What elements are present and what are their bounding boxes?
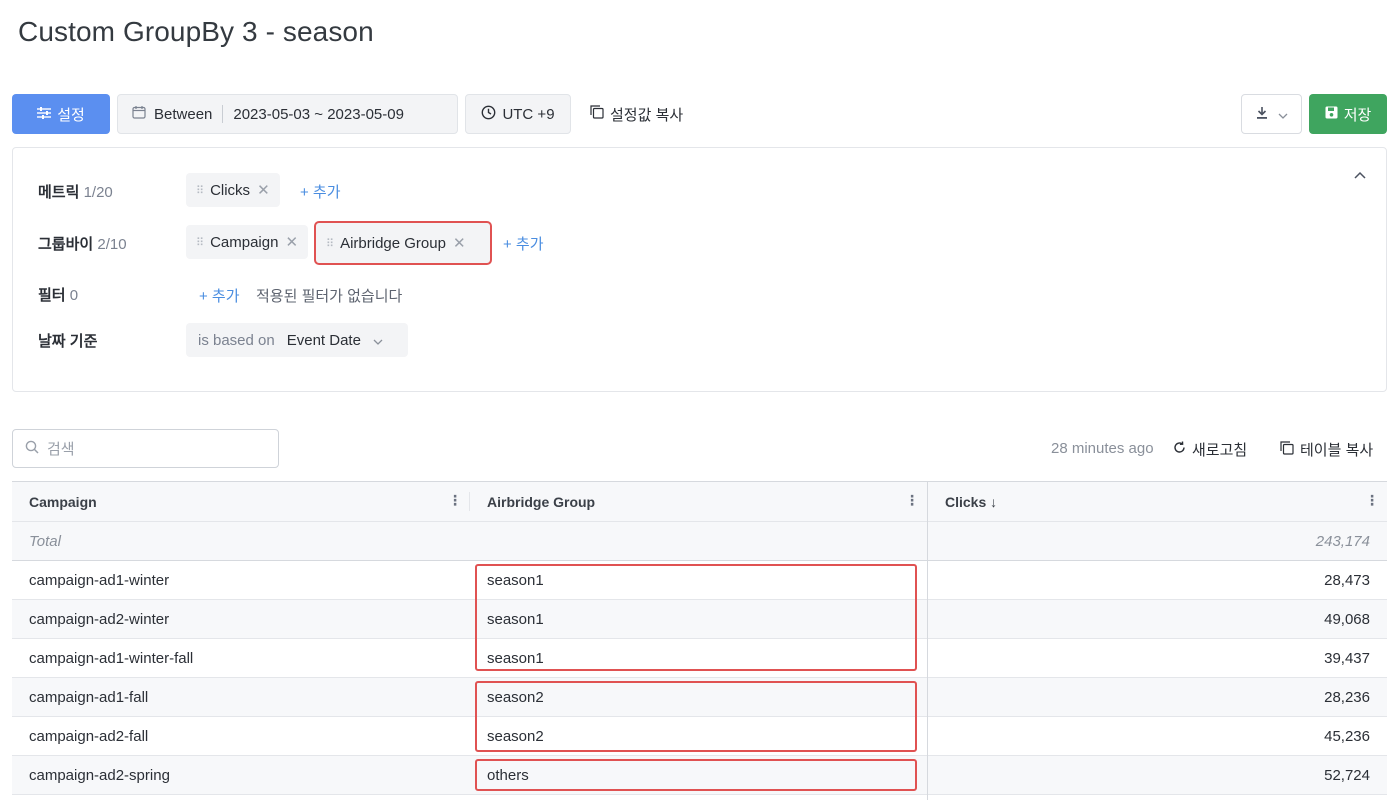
save-icon: [1325, 106, 1338, 123]
search-input[interactable]: 검색: [12, 429, 279, 468]
divider: [222, 105, 224, 123]
metrics-label: 메트릭 1/20: [38, 181, 113, 202]
cell-campaign: campaign-ad1-winter-fall: [29, 650, 194, 667]
drag-handle-icon[interactable]: ⠿: [326, 237, 334, 250]
total-label: Total: [29, 533, 61, 550]
filter-label: 필터 0: [38, 284, 78, 305]
cell-campaign: campaign-ad2-spring: [29, 767, 170, 784]
save-label: 저장: [1343, 106, 1372, 124]
total-row: Total 243,174: [12, 522, 1387, 561]
date-basis-label: 날짜 기준: [38, 333, 98, 350]
date-mode: Between: [154, 105, 213, 123]
metrics-label-text: 메트릭: [38, 184, 80, 201]
cell-clicks: 28,473: [1324, 572, 1370, 589]
date-basis-prefix: is based on: [198, 331, 275, 349]
date-basis-value: Event Date: [286, 331, 361, 349]
date-range-picker[interactable]: Between 2023-05-03 ~ 2023-05-09: [117, 94, 458, 134]
close-icon[interactable]: ✕: [285, 233, 298, 251]
settings-button[interactable]: 설정: [12, 94, 110, 134]
drag-handle-icon[interactable]: ⠿: [196, 236, 204, 249]
cell-campaign: campaign-ad1-winter: [29, 572, 170, 589]
copy-table-button[interactable]: 테이블 복사: [1280, 439, 1373, 460]
total-clicks: 243,174: [1315, 533, 1370, 550]
add-filter-button[interactable]: + 추가: [199, 285, 240, 306]
add-groupby-button[interactable]: + 추가: [503, 233, 544, 254]
download-icon: [1256, 106, 1268, 123]
groupby-label: 그룹바이 2/10: [38, 233, 127, 254]
copy-table-label: 테이블 복사: [1300, 442, 1374, 459]
settings-panel: 메트릭 1/20 ⠿ Clicks ✕ + 추가 그룹바이 2/10 ⠿ Cam…: [12, 147, 1387, 392]
metrics-count: 1/20: [83, 184, 113, 201]
refresh-label: 새로고침: [1192, 442, 1248, 459]
cell-campaign: campaign-ad2-winter: [29, 611, 170, 628]
filter-label-text: 필터: [38, 287, 66, 304]
highlight-box-season2: [475, 681, 917, 752]
column-header-clicks[interactable]: Clicks ↓: [945, 494, 997, 510]
refresh-icon: [1173, 441, 1186, 458]
drag-handle-icon[interactable]: ⠿: [196, 184, 204, 197]
date-range: 2023-05-03 ~ 2023-05-09: [233, 105, 404, 123]
groupby-chip-airbridge-group[interactable]: ⠿ Airbridge Group ✕: [314, 221, 492, 265]
cell-campaign: campaign-ad2-fall: [29, 728, 149, 745]
refresh-button[interactable]: 새로고침: [1173, 439, 1247, 460]
last-updated: 28 minutes ago: [1051, 440, 1154, 457]
column-menu-icon[interactable]: ⋮: [448, 492, 462, 509]
chip-label: Clicks: [210, 181, 251, 199]
table-header: Campaign ⋮ Airbridge Group ⋮ Clicks ↓ ⋮: [12, 482, 1387, 522]
groupby-count: 2/10: [97, 236, 127, 253]
copy-settings-label: 설정값 복사: [610, 106, 684, 124]
search-icon: [25, 440, 39, 458]
save-button[interactable]: 저장: [1309, 94, 1387, 134]
cell-clicks: 52,724: [1324, 767, 1370, 784]
highlight-box-season1: [475, 564, 917, 671]
frozen-column-divider: [927, 482, 928, 800]
add-metric-button[interactable]: + 추가: [300, 181, 341, 202]
column-menu-icon[interactable]: ⋮: [1365, 492, 1379, 509]
divider: [469, 492, 470, 511]
search-placeholder: 검색: [47, 441, 75, 458]
page-title: Custom GroupBy 3 - season: [18, 16, 374, 47]
settings-label: 설정: [57, 106, 85, 124]
sliders-icon: [37, 106, 52, 123]
copy-settings-button[interactable]: 설정값 복사: [590, 94, 710, 134]
filter-empty-text: 적용된 필터가 없습니다: [256, 288, 403, 305]
column-menu-icon[interactable]: ⋮: [905, 492, 919, 509]
cell-clicks: 45,236: [1324, 728, 1370, 745]
copy-icon: [1280, 440, 1294, 459]
highlight-box-others: [475, 759, 917, 791]
cell-clicks: 28,236: [1324, 689, 1370, 706]
column-header-campaign[interactable]: Campaign: [29, 494, 97, 510]
cell-clicks: 39,437: [1324, 650, 1370, 667]
chevron-down-icon: [373, 332, 383, 349]
calendar-icon: [132, 105, 146, 123]
metric-chip-clicks[interactable]: ⠿ Clicks ✕: [186, 173, 280, 207]
close-icon[interactable]: ✕: [257, 181, 270, 199]
close-icon[interactable]: ✕: [453, 234, 466, 252]
chevron-down-icon: [1278, 106, 1288, 123]
cell-campaign: campaign-ad1-fall: [29, 689, 149, 706]
timezone-button[interactable]: UTC +9: [465, 94, 571, 134]
chip-label: Airbridge Group: [340, 234, 446, 252]
copy-icon: [590, 105, 604, 123]
timezone-label: UTC +9: [502, 105, 555, 123]
clock-icon: [481, 105, 496, 124]
groupby-chip-campaign[interactable]: ⠿ Campaign ✕: [186, 225, 309, 259]
groupby-label-text: 그룹바이: [38, 236, 94, 253]
cell-clicks: 49,068: [1324, 611, 1370, 628]
chip-label: Campaign: [210, 233, 279, 251]
download-button[interactable]: [1241, 94, 1302, 134]
chevron-up-icon[interactable]: [1354, 166, 1366, 182]
date-basis-select[interactable]: is based on Event Date: [186, 323, 408, 357]
filter-count: 0: [69, 287, 79, 304]
column-header-airbridge-group[interactable]: Airbridge Group: [487, 494, 595, 510]
toolbar: 설정 Between 2023-05-03 ~ 2023-05-09 UTC +…: [12, 94, 1387, 134]
